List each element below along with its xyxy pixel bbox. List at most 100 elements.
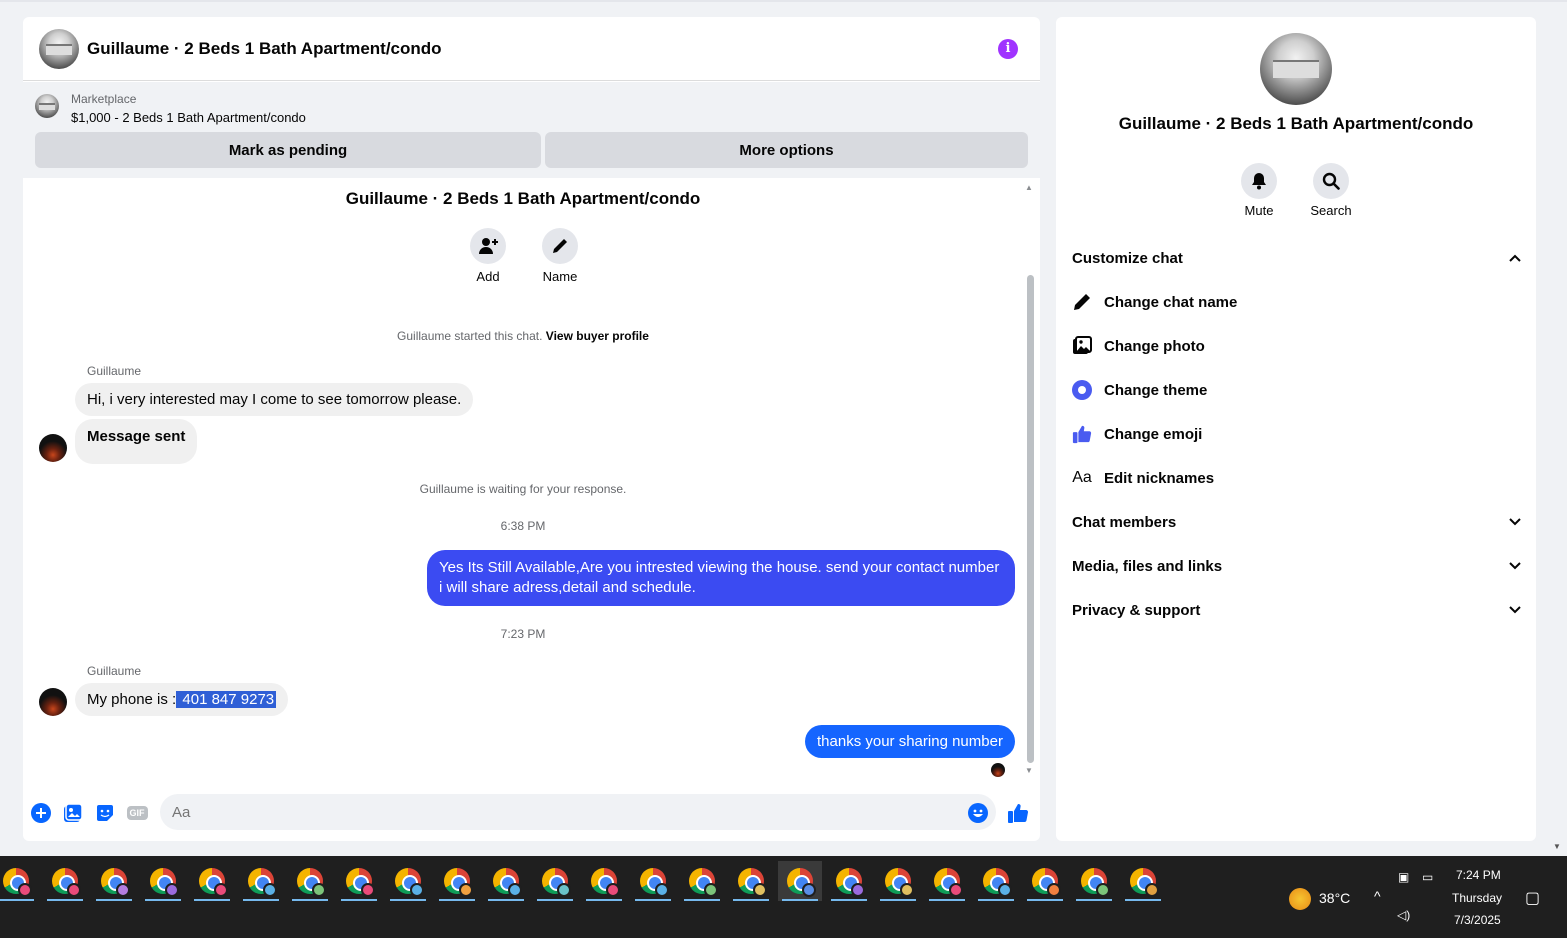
profile-badge-icon (949, 883, 963, 897)
message-sent-bubble[interactable]: Message sent (75, 419, 198, 464)
edit-nicknames-item[interactable]: Aa Edit nicknames (1072, 463, 1512, 493)
taskbar-chrome-app[interactable] (876, 861, 920, 901)
media-files-links-section[interactable]: Media, files and links (1072, 551, 1522, 581)
taskbar-chrome-app[interactable] (386, 861, 430, 901)
sticker-button[interactable] (94, 802, 116, 824)
chat-header-title[interactable]: Guillaume · 2 Beds 1 Bath Apartment/cond… (87, 39, 442, 59)
incoming-message[interactable]: Hi, i very interested may I come to see … (75, 383, 474, 416)
phone-number-selected[interactable]: 401 847 9273 (176, 691, 277, 708)
taskbar-chrome-app[interactable] (484, 861, 528, 901)
taskbar-chrome-app[interactable] (582, 861, 626, 901)
chrome-icon (885, 868, 914, 897)
info-icon[interactable]: i (998, 39, 1018, 59)
chat-members-section[interactable]: Chat members (1072, 507, 1522, 537)
taskbar-chrome-app[interactable] (435, 861, 479, 901)
outgoing-message[interactable]: Yes Its Still Available,Are you intreste… (427, 550, 1015, 606)
listing-title[interactable]: $1,000 - 2 Beds 1 Bath Apartment/condo (71, 110, 306, 125)
emoji-button[interactable] (967, 802, 989, 824)
taskbar-chrome-app[interactable] (827, 861, 871, 901)
chevron-down-icon (1509, 518, 1521, 526)
theme-icon (1072, 380, 1092, 400)
seen-receipt-avatar (991, 763, 1005, 777)
message-input[interactable] (160, 794, 996, 830)
chrome-icon (1130, 868, 1159, 897)
taskbar-chrome-app[interactable] (1023, 861, 1067, 901)
change-emoji-item[interactable]: Change emoji (1072, 419, 1512, 449)
taskbar-chrome-app[interactable] (533, 861, 577, 901)
chrome-icon (738, 868, 767, 897)
chat-avatar[interactable] (39, 29, 79, 69)
profile-badge-icon (410, 883, 424, 897)
taskbar-chrome-app[interactable] (729, 861, 773, 901)
chrome-icon (52, 868, 81, 897)
change-theme-item[interactable]: Change theme (1072, 375, 1512, 405)
running-indicator (0, 899, 34, 901)
taskbar-chrome-app[interactable] (239, 861, 283, 901)
running-indicator (684, 899, 720, 901)
more-options-button[interactable]: More options (545, 132, 1028, 168)
taskbar-chrome-app[interactable] (1072, 861, 1116, 901)
temperature[interactable]: 38°C (1319, 890, 1350, 906)
chevron-up-icon (1509, 254, 1521, 262)
privacy-support-section[interactable]: Privacy & support (1072, 595, 1522, 625)
add-people-button[interactable] (470, 228, 506, 264)
search-button[interactable] (1313, 163, 1349, 199)
network-icon[interactable]: ▭ (1422, 870, 1433, 884)
user-avatar[interactable] (39, 688, 67, 716)
composer: GIF (23, 789, 1040, 841)
chat-scrollbar[interactable] (1027, 275, 1034, 763)
page-scroll-down-arrow[interactable]: ▼ (1553, 842, 1561, 851)
customize-chat-section[interactable]: Customize chat (1072, 243, 1522, 273)
running-indicator (194, 899, 230, 901)
gif-button[interactable]: GIF (126, 802, 148, 824)
taskbar-chrome-app[interactable] (190, 861, 234, 901)
notification-icon[interactable]: ▢ (1525, 888, 1540, 908)
profile-badge-icon (998, 883, 1012, 897)
change-photo-item[interactable]: Change photo (1072, 331, 1512, 361)
volume-icon[interactable]: ◁) (1397, 908, 1410, 922)
taskbar-chrome-app[interactable] (141, 861, 185, 901)
send-like-button[interactable] (1007, 802, 1029, 824)
chrome-icon (199, 868, 228, 897)
running-indicator (1076, 899, 1112, 901)
marketplace-bar: Marketplace $1,000 - 2 Beds 1 Bath Apart… (23, 82, 1040, 178)
attach-photo-button[interactable] (62, 802, 84, 824)
profile-badge-icon (1145, 883, 1159, 897)
scroll-up-arrow[interactable]: ▲ (1025, 183, 1033, 192)
pencil-icon (1072, 292, 1092, 312)
profile-badge-icon (802, 883, 816, 897)
mute-button[interactable] (1241, 163, 1277, 199)
taskbar-chrome-app[interactable] (974, 861, 1018, 901)
taskbar-chrome-app[interactable] (680, 861, 724, 901)
taskbar-chrome-app[interactable] (1121, 861, 1165, 901)
taskbar-chrome-app[interactable] (337, 861, 381, 901)
profile-badge-icon (606, 883, 620, 897)
listing-thumbnail[interactable] (35, 94, 59, 118)
user-avatar[interactable] (39, 434, 67, 462)
mark-pending-button[interactable]: Mark as pending (35, 132, 541, 168)
scroll-down-arrow[interactable]: ▼ (1025, 766, 1033, 775)
taskbar-chrome-app[interactable] (925, 861, 969, 901)
taskbar-chrome-app[interactable] (631, 861, 675, 901)
chevron-up-icon[interactable]: ^ (1374, 888, 1381, 904)
taskbar-chrome-app[interactable] (778, 861, 822, 901)
taskbar-chrome-app[interactable] (0, 861, 38, 901)
taskbar-chrome-app[interactable] (43, 861, 87, 901)
more-actions-button[interactable] (30, 802, 52, 824)
clock-time[interactable]: 7:24 PM (1456, 868, 1501, 882)
clock-date[interactable]: 7/3/2025 (1454, 913, 1501, 927)
view-buyer-profile-link[interactable]: View buyer profile (546, 329, 649, 343)
name-button[interactable] (542, 228, 578, 264)
taskbar-chrome-app[interactable] (288, 861, 332, 901)
weather-icon[interactable] (1289, 888, 1311, 910)
change-chat-name-item[interactable]: Change chat name (1072, 287, 1512, 317)
taskbar-chrome-app[interactable] (92, 861, 136, 901)
menu-item-label: Change theme (1104, 381, 1208, 399)
chrome-icon (1081, 868, 1110, 897)
chat-info-avatar[interactable] (1260, 33, 1332, 105)
clock-day[interactable]: Thursday (1452, 891, 1502, 905)
sticker-icon (97, 805, 113, 821)
outgoing-message[interactable]: thanks your sharing number (805, 725, 1015, 758)
meet-icon[interactable]: ▣ (1398, 870, 1409, 884)
incoming-phone-message[interactable]: My phone is : 401 847 9273 (75, 683, 289, 716)
